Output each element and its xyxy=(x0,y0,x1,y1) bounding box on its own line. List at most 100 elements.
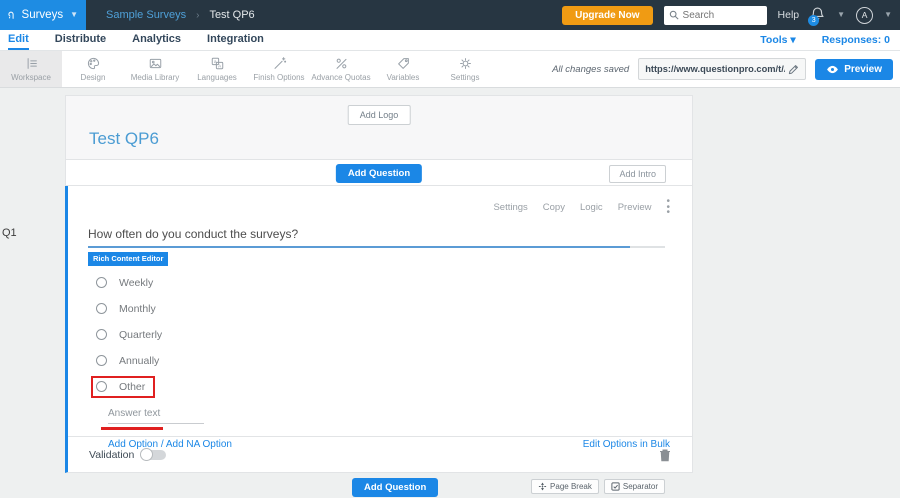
option-label[interactable]: Annually xyxy=(119,355,159,367)
option-label[interactable]: Weekly xyxy=(119,277,153,289)
option-label[interactable]: Monthly xyxy=(119,303,156,315)
surveys-product-menu[interactable]: Surveys ▼ xyxy=(0,0,86,30)
question-text[interactable]: How often do you conduct the surveys? xyxy=(88,227,692,241)
notifications-button[interactable]: 3 xyxy=(808,6,826,26)
question-logic-link[interactable]: Logic xyxy=(580,202,603,213)
toolbar-item-media-library[interactable]: Media Library xyxy=(124,51,186,87)
toolbar-item-label: Finish Options xyxy=(253,73,305,82)
toolbar-item-workspace[interactable]: Workspace xyxy=(0,51,62,87)
top-bar: Surveys ▼ Sample Surveys › Test QP6 Upgr… xyxy=(0,0,900,30)
breadcrumb-separator-icon: › xyxy=(196,9,200,21)
validation-label: Validation xyxy=(89,448,135,461)
radio-icon[interactable] xyxy=(96,355,107,366)
radio-icon[interactable] xyxy=(96,329,107,340)
edit-pencil-icon[interactable] xyxy=(788,64,799,75)
chevron-down-icon[interactable]: ▼ xyxy=(837,11,845,19)
preview-button[interactable]: Preview xyxy=(815,58,893,80)
tab-analytics[interactable]: Analytics xyxy=(132,30,181,50)
bottom-actions-bar: Add Question Page Break Separator xyxy=(0,478,900,497)
toolbar-item-variables[interactable]: Variables xyxy=(372,51,434,87)
answer-options-list: Weekly Monthly Quarterly Annually Other xyxy=(68,270,692,398)
rich-content-editor-badge[interactable]: Rich Content Editor xyxy=(88,251,169,266)
add-question-button-top[interactable]: Add Question xyxy=(335,164,423,183)
search-input[interactable] xyxy=(682,9,758,21)
option-label[interactable]: Quarterly xyxy=(119,329,162,341)
eye-icon xyxy=(827,65,839,73)
toolbar-item-label: Media Library xyxy=(130,73,180,82)
radio-icon[interactable] xyxy=(96,303,107,314)
gear-icon xyxy=(459,58,471,69)
option-row-other-highlighted: Other xyxy=(91,375,155,398)
avatar[interactable]: A xyxy=(856,6,874,24)
radio-icon[interactable] xyxy=(96,381,107,392)
survey-url-field xyxy=(638,58,807,80)
toolbar-item-label: Settings xyxy=(450,73,480,82)
separator-label: Separator xyxy=(622,482,658,491)
quota-percent-icon xyxy=(336,58,346,69)
responses-count-link[interactable]: Responses: 0 xyxy=(822,34,890,46)
tab-integration[interactable]: Integration xyxy=(207,30,264,50)
add-logo-button[interactable]: Add Logo xyxy=(347,105,411,125)
red-annotation-underline xyxy=(101,426,163,430)
page-break-button[interactable]: Page Break xyxy=(531,479,599,494)
breadcrumb: Sample Surveys › Test QP6 xyxy=(106,9,255,21)
tools-menu[interactable]: Tools ▾ xyxy=(760,34,795,46)
toolbar-item-label: Languages xyxy=(197,73,237,82)
svg-text:a: a xyxy=(213,60,216,65)
survey-header: Add Logo Test QP6 xyxy=(65,95,693,160)
survey-title[interactable]: Test QP6 xyxy=(89,129,159,149)
survey-toolbar: Workspace Design Media Library aA Langua… xyxy=(0,51,900,88)
search-icon xyxy=(669,10,679,20)
question-copy-link[interactable]: Copy xyxy=(543,202,565,213)
kebab-menu-icon[interactable]: • • • xyxy=(666,197,670,218)
toolbar-item-languages[interactable]: aA Languages xyxy=(186,51,248,87)
page-break-icon xyxy=(538,482,547,491)
survey-header-actions: Add Question Add Intro xyxy=(65,160,693,186)
tag-icon xyxy=(397,58,409,69)
question-settings-link[interactable]: Settings xyxy=(493,202,527,213)
toolbar-item-advance-quotas[interactable]: Advance Quotas xyxy=(310,51,372,87)
global-search[interactable] xyxy=(663,5,767,25)
chevron-down-icon[interactable]: ▼ xyxy=(884,11,892,19)
notification-count-badge: 3 xyxy=(808,15,820,26)
option-row: Monthly xyxy=(96,296,692,322)
question-ref-label: Q1 xyxy=(2,227,17,239)
validation-toggle[interactable] xyxy=(140,447,167,461)
breadcrumb-current: Test QP6 xyxy=(209,9,255,21)
palette-icon xyxy=(87,57,99,70)
preview-button-label: Preview xyxy=(844,63,882,75)
toolbar-item-label: Advance Quotas xyxy=(311,73,371,82)
trash-icon[interactable] xyxy=(659,448,671,462)
help-link[interactable]: Help xyxy=(778,9,800,21)
toolbar-item-finish-options[interactable]: Finish Options xyxy=(248,51,310,87)
checkbox-icon xyxy=(611,482,620,491)
upgrade-now-button[interactable]: Upgrade Now xyxy=(562,5,653,25)
radio-icon[interactable] xyxy=(96,277,107,288)
toolbar-item-label: Workspace xyxy=(11,73,51,82)
add-question-button-bottom[interactable]: Add Question xyxy=(352,478,439,497)
survey-url-input[interactable] xyxy=(645,64,786,74)
option-row: Annually xyxy=(96,348,692,374)
toolbar-item-design[interactable]: Design xyxy=(62,51,124,87)
option-row: Weekly xyxy=(96,270,692,296)
tab-edit[interactable]: Edit xyxy=(8,30,29,50)
module-nav: Edit Distribute Analytics Integration To… xyxy=(0,30,900,51)
survey-card: Add Logo Test QP6 Add Question Add Intro… xyxy=(65,95,693,473)
magic-wand-icon xyxy=(274,57,286,69)
tab-distribute[interactable]: Distribute xyxy=(55,30,106,50)
toolbar-item-label: Variables xyxy=(386,73,420,82)
avatar-initial: A xyxy=(861,10,868,20)
other-answer-input[interactable] xyxy=(108,407,204,424)
save-status-text: All changes saved xyxy=(552,63,630,75)
separator-button[interactable]: Separator xyxy=(603,479,665,494)
product-label: Surveys xyxy=(21,9,64,21)
workspace-icon xyxy=(27,58,37,69)
add-intro-button[interactable]: Add Intro xyxy=(609,165,666,183)
breadcrumb-parent[interactable]: Sample Surveys xyxy=(106,9,186,21)
survey-editor-canvas: Q1 Add Logo Test QP6 Add Question Add In… xyxy=(0,88,900,498)
question-block: Settings Copy Logic Preview • • • How ofte… xyxy=(65,186,693,473)
question-preview-link[interactable]: Preview xyxy=(618,202,652,213)
toolbar-item-settings[interactable]: Settings xyxy=(434,51,496,87)
option-row: Quarterly xyxy=(96,322,692,348)
option-label[interactable]: Other xyxy=(119,381,145,393)
